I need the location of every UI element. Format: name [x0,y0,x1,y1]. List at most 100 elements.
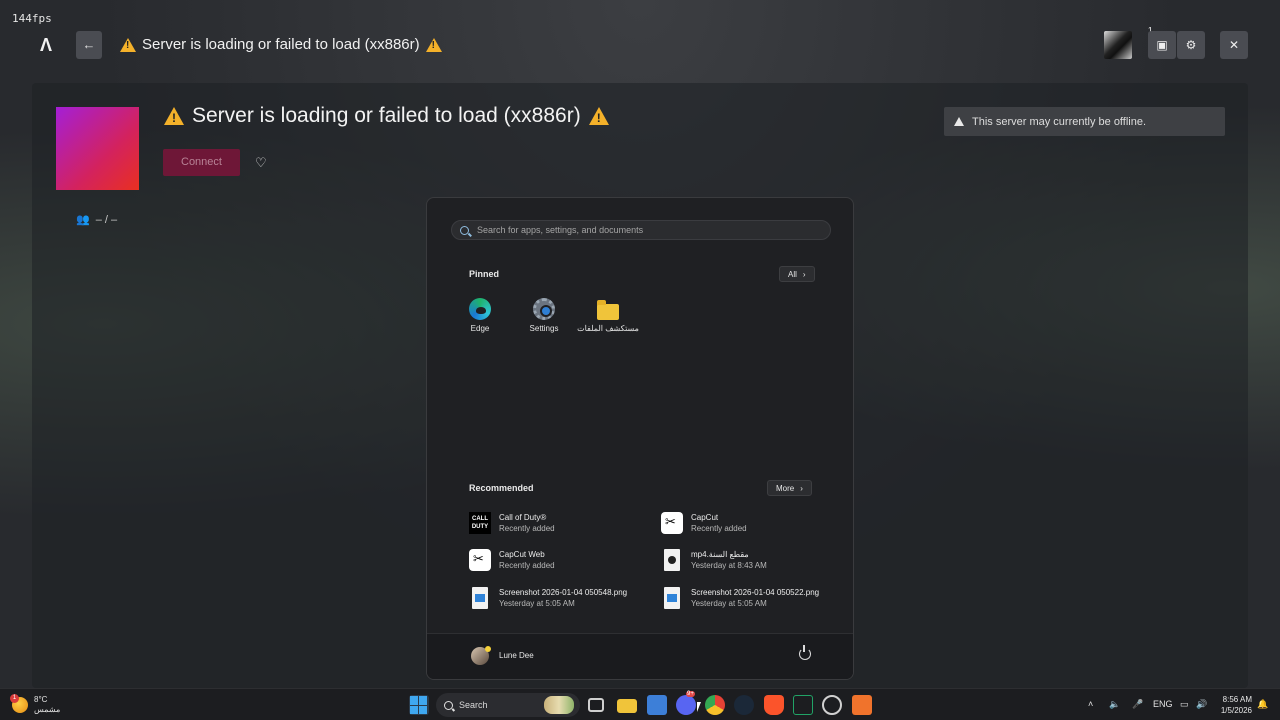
pinned-app-label: Edge [470,324,490,333]
file-explorer-icon[interactable] [617,699,637,713]
recommended-item[interactable]: Screenshot 2026-01-04 050548.png Yesterda… [469,587,659,609]
server-title: Server is loading or failed to load (xx8… [164,104,609,128]
search-icon [444,700,453,710]
warning-icon [164,107,184,125]
warning-icon [954,117,964,126]
store-icon[interactable] [647,695,667,715]
search-icon [460,225,469,235]
pinned-app-edge[interactable]: Edge [448,298,512,333]
recommended-subtitle: Recently added [499,561,555,570]
recommended-item[interactable]: Screenshot 2026-01-04 050522.png Yesterda… [661,587,851,609]
excel-icon[interactable] [793,695,813,715]
recommended-item[interactable]: mp4.مقطع السنة Yesterday at 8:43 AM [661,549,851,571]
microphone-icon[interactable]: 🎤 [1132,699,1143,710]
profile-avatar[interactable] [1104,31,1132,59]
settings-button[interactable]: ⚙ [1177,31,1205,59]
recommended-title: CapCut [691,513,719,522]
windows-start-icon[interactable] [409,695,429,715]
recommended-item[interactable]: CALL DUTY Call of Duty® Recently added [469,512,659,534]
image-file-icon [664,587,680,609]
recommended-label: Recommended [469,483,534,493]
speaker-icon[interactable]: 🔈 [1109,699,1120,710]
capcut-icon [661,512,683,534]
chrome-icon[interactable] [705,695,725,715]
taskbar: 1 8°C مشمس Search 9+ ˄ 🔈 🎤 ENG ▭ 🔊 8:56 … [0,688,1280,720]
steam-icon[interactable] [734,695,754,715]
folder-icon [597,300,619,320]
user-name[interactable]: Lune Dee [499,651,534,660]
clock-date: 1/5/2026 [1220,706,1252,715]
favorite-heart-icon[interactable]: ♡ [255,155,267,171]
recommended-item[interactable]: CapCut Recently added [661,512,851,534]
weather-badge: 1 [10,694,19,703]
recommended-subtitle: Recently added [691,524,747,533]
connect-button[interactable]: Connect [163,149,240,176]
users-icon: 👥 [76,214,90,226]
recommended-item[interactable]: CapCut Web Recently added [469,549,659,571]
notification-bell-icon[interactable]: 🔔 [1257,699,1268,710]
sun-icon: 1 [10,694,28,713]
pinned-label: Pinned [469,269,500,279]
app-logo-icon[interactable]: Λ [36,35,56,55]
clock-time: 8:56 AM [1222,695,1252,704]
edge-icon [469,298,491,320]
top-bar: Λ ← Server is loading or failed to load … [0,26,1280,64]
warning-icon [425,37,442,52]
start-search-input[interactable]: Search for apps, settings, and documents [451,220,831,240]
recommended-subtitle: Recently added [499,524,555,533]
pinned-app-label: Settings [529,324,559,333]
all-apps-label: All [788,269,797,279]
all-apps-button[interactable]: All › [779,266,815,282]
chevron-up-icon[interactable]: ˄ [1088,699,1093,709]
recommended-title: CapCut Web [499,550,545,559]
pinned-app-file-explorer[interactable]: مستكشف الملفات [576,298,640,333]
volume-icon[interactable]: 🔊 [1196,699,1207,710]
close-button[interactable]: ✕ [1220,31,1248,59]
chevron-right-icon: › [800,483,803,493]
stack-icon: ▣ [1156,38,1168,52]
discord-badge: 9+ [686,691,695,697]
network-icon[interactable]: ▭ [1180,699,1189,710]
more-button[interactable]: More › [767,480,812,496]
language-indicator[interactable]: ENG [1153,699,1173,709]
power-icon[interactable] [799,645,811,660]
recommended-title: Screenshot 2026-01-04 050548.png [499,588,628,597]
back-button[interactable]: ← [76,31,102,59]
call-of-duty-icon: CALL DUTY [469,512,491,534]
chevron-right-icon: › [802,269,806,279]
player-count: 👥 – / – [76,213,118,227]
warning-icon [588,107,609,125]
start-footer: Lune Dee [427,633,853,679]
recommended-subtitle: Yesterday at 5:05 AM [691,599,767,608]
more-label: More [776,483,795,493]
player-count-text: – / – [95,213,118,226]
weather-widget[interactable]: 1 8°C مشمس [10,694,61,715]
status-dot-icon [485,646,491,652]
notifications-button[interactable]: ▣ [1148,31,1176,59]
brave-icon[interactable] [764,695,784,715]
clock[interactable]: 8:56 AM 1/5/2026 [1214,694,1252,716]
weather-desc: مشمس [34,705,61,714]
gear-icon: ⚙ [1185,38,1197,52]
app-icon[interactable] [822,695,842,715]
server-title-text: Server is loading or failed to load (xx8… [192,104,581,127]
offline-notice: This server may currently be offline. [944,107,1225,136]
fps-counter: 144fps [12,12,52,25]
weather-temp: 8°C [34,695,48,704]
start-menu: Search for apps, settings, and documents… [426,197,854,680]
task-view-icon[interactable] [588,698,604,712]
video-file-icon [664,549,680,571]
fivem-icon[interactable] [852,695,872,715]
settings-gear-icon [533,298,555,320]
mouse-cursor-icon [697,702,701,712]
taskbar-search[interactable]: Search [436,693,580,717]
pinned-app-label: مستكشف الملفات [577,324,639,333]
recommended-subtitle: Yesterday at 5:05 AM [499,599,575,608]
top-title: Server is loading or failed to load (xx8… [120,36,442,53]
search-highlight-icon [544,696,574,714]
discord-icon[interactable]: 9+ [676,691,696,715]
pinned-app-settings[interactable]: Settings [512,298,576,333]
offline-notice-text: This server may currently be offline. [972,115,1147,128]
start-search-placeholder: Search for apps, settings, and documents [477,225,644,235]
capcut-icon [469,549,491,571]
